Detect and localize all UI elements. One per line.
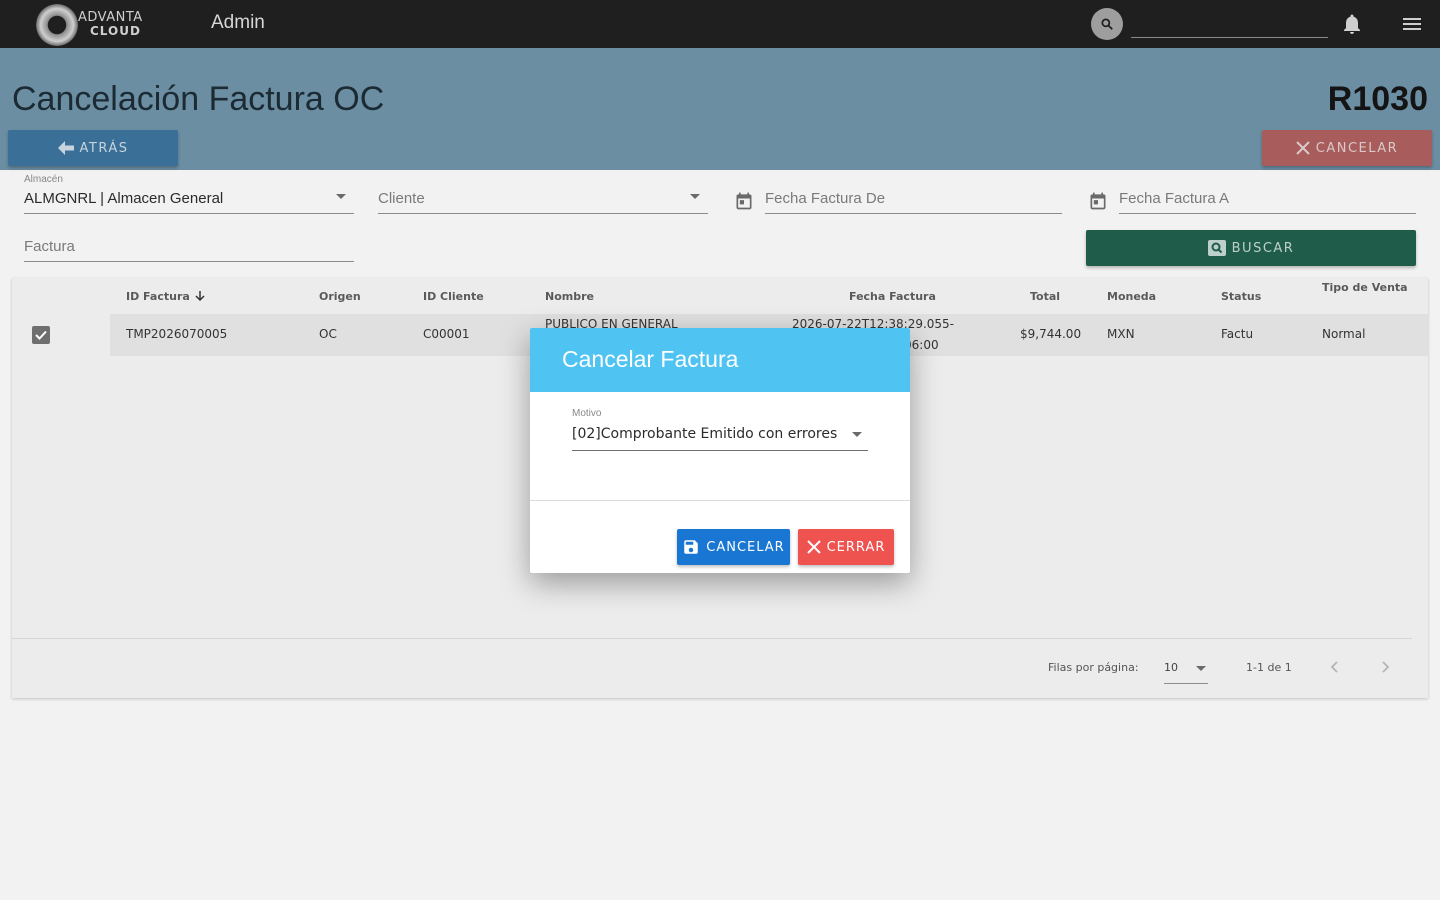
close-dialog-label: CERRAR [826, 539, 886, 555]
cancel-invoice-dialog: Cancelar Factura Motivo [02]Comprobante … [530, 328, 910, 573]
motivo-label: Motivo [572, 408, 602, 419]
motivo-select[interactable]: Motivo [02]Comprobante Emitido con error… [572, 406, 868, 451]
dialog-divider [530, 500, 910, 501]
motivo-value: [02]Comprobante Emitido con errores sin … [572, 426, 842, 442]
dialog-title: Cancelar Factura [562, 346, 739, 372]
close-dialog-button[interactable]: CERRAR [798, 529, 894, 565]
close-icon [806, 540, 821, 554]
save-icon [682, 538, 700, 556]
dialog-header: Cancelar Factura [530, 328, 910, 392]
chevron-down-icon [852, 432, 862, 437]
confirm-cancel-button[interactable]: CANCELAR [677, 529, 790, 565]
confirm-cancel-label: CANCELAR [706, 539, 785, 555]
